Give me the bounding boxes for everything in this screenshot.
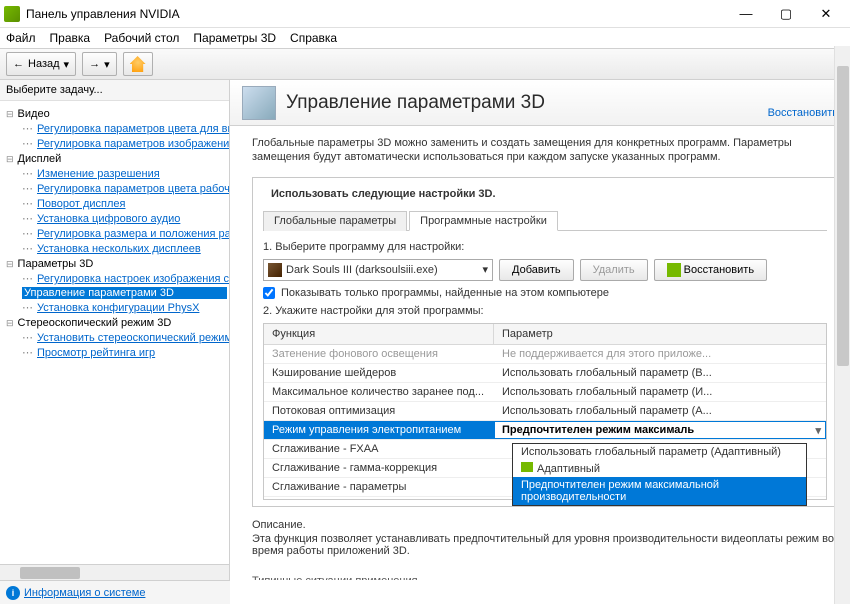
chevron-down-icon: ▾ xyxy=(64,58,70,71)
program-icon xyxy=(268,263,282,277)
cell-func: Кэширование шейдеров xyxy=(264,364,494,382)
minimize-button[interactable]: — xyxy=(726,1,766,27)
cell-func: Затенение фонового освещения xyxy=(264,345,494,363)
add-button[interactable]: Добавить xyxy=(499,259,574,281)
intro-text: Глобальные параметры 3D можно заменить и… xyxy=(252,136,838,165)
page-title: Управление параметрами 3D xyxy=(286,92,768,114)
table-row[interactable]: Потоковая оптимизацияИспользовать глобал… xyxy=(264,402,826,421)
scrollbar-thumb[interactable] xyxy=(837,80,849,366)
step2-label: 2. Укажите настройки для этой программы: xyxy=(263,305,827,317)
tree-cat-video[interactable]: Видео xyxy=(6,108,227,120)
tree-item[interactable]: Установка конфигурации PhysX xyxy=(22,301,227,314)
description-body: Эта функция позволяет устанавливать пред… xyxy=(252,533,838,557)
vertical-scrollbar[interactable] xyxy=(834,80,850,580)
description-title: Описание. xyxy=(252,519,838,531)
menu-3d[interactable]: Параметры 3D xyxy=(193,31,276,45)
cell-func: Потоковая оптимизация xyxy=(264,402,494,420)
tree-item[interactable]: Поворот дисплея xyxy=(22,197,227,210)
window-title: Панель управления NVIDIA xyxy=(26,7,726,21)
dropdown-option[interactable]: Адаптивный xyxy=(513,460,806,477)
tree-item[interactable]: Регулировка параметров цвета для вид xyxy=(22,122,227,135)
tab-program[interactable]: Программные настройки xyxy=(409,211,558,231)
only-this-pc-checkbox[interactable] xyxy=(263,287,275,299)
tree-item[interactable]: Установка нескольких дисплеев xyxy=(22,242,227,255)
close-button[interactable]: ✕ xyxy=(806,1,846,27)
tree-cat-3d[interactable]: Параметры 3D xyxy=(6,258,227,270)
forward-arrow-icon: → xyxy=(89,58,100,70)
home-button[interactable] xyxy=(123,52,153,76)
tree-item[interactable]: Просмотр рейтинга игр xyxy=(22,346,227,359)
table-row[interactable]: Кэширование шейдеровИспользовать глобаль… xyxy=(264,364,826,383)
group-title: Использовать следующие настройки 3D. xyxy=(267,188,500,200)
program-select[interactable]: Dark Souls III (darksoulsiii.exe) ▾ xyxy=(263,259,493,281)
tab-global[interactable]: Глобальные параметры xyxy=(263,211,407,231)
footer-title: Типичные ситуации применения. xyxy=(252,575,838,580)
table-row[interactable]: Затенение фонового освещенияНе поддержив… xyxy=(264,345,826,364)
cell-func: Сглаживание - прозрачность xyxy=(264,497,494,499)
page-icon xyxy=(242,86,276,120)
home-icon xyxy=(130,56,146,72)
restore-defaults-link[interactable]: Восстановить xyxy=(768,107,838,119)
tree-cat-stereo[interactable]: Стереоскопический режим 3D xyxy=(6,317,227,329)
task-tree: Видео Регулировка параметров цвета для в… xyxy=(0,101,229,564)
cell-param-dropdown[interactable]: Предпочтителен режим максималь xyxy=(494,421,826,439)
info-icon: i xyxy=(6,586,20,600)
cell-param: Использовать глобальный параметр (И... xyxy=(494,383,826,401)
back-button[interactable]: ← Назад ▾ xyxy=(6,52,76,76)
cell-func: Режим управления электропитанием xyxy=(264,421,494,439)
cell-func: Сглаживание - FXAA xyxy=(264,440,494,458)
tree-item[interactable]: Регулировка параметров цвета рабочег xyxy=(22,182,227,195)
forward-button[interactable]: → ▾ xyxy=(82,52,117,76)
restore-btn-label: Восстановить xyxy=(684,264,754,276)
nvidia-icon xyxy=(667,263,681,277)
cell-param: Использовать глобальный параметр (А... xyxy=(494,402,826,420)
tree-item-manage-3d[interactable]: Управление параметрами 3D xyxy=(22,287,227,299)
tree-item[interactable]: Установить стереоскопический режим 3 xyxy=(22,331,227,344)
tree-item[interactable]: Установка цифрового аудио xyxy=(22,212,227,225)
table-row-selected[interactable]: Режим управления электропитаниемПредпочт… xyxy=(264,421,826,440)
cell-param: Не поддерживается для этого приложе... xyxy=(494,345,826,363)
tree-cat-display[interactable]: Дисплей xyxy=(6,153,227,165)
table-row[interactable]: Максимальное количество заранее под...Ис… xyxy=(264,383,826,402)
power-mode-dropdown[interactable]: Использовать глобальный параметр (Адапти… xyxy=(512,443,807,506)
tree-item[interactable]: Регулировка настроек изображения с пр xyxy=(22,272,227,285)
back-arrow-icon: ← xyxy=(13,58,24,70)
remove-button[interactable]: Удалить xyxy=(580,259,648,281)
tree-item[interactable]: Регулировка параметров изображения д xyxy=(22,137,227,150)
back-label: Назад xyxy=(28,58,60,70)
tree-item[interactable]: Изменение разрешения xyxy=(22,167,227,180)
dropdown-option-selected[interactable]: Предпочтителен режим максимальной произв… xyxy=(513,477,806,505)
cell-param: Использовать глобальный параметр (В... xyxy=(494,364,826,382)
cell-func: Сглаживание - гамма-коррекция xyxy=(264,459,494,477)
chevron-down-icon: ▾ xyxy=(482,263,488,276)
cell-func: Максимальное количество заранее под... xyxy=(264,383,494,401)
chevron-down-icon: ▾ xyxy=(104,58,110,71)
step1-label: 1. Выберите программу для настройки: xyxy=(263,241,827,253)
th-function[interactable]: Функция xyxy=(264,324,494,344)
maximize-button[interactable]: ▢ xyxy=(766,1,806,27)
menu-file[interactable]: Файл xyxy=(6,31,36,45)
task-header: Выберите задачу... xyxy=(0,80,229,101)
program-select-value: Dark Souls III (darksoulsiii.exe) xyxy=(286,264,438,276)
nvidia-app-icon xyxy=(4,6,20,22)
horizontal-scrollbar[interactable] xyxy=(0,564,229,580)
system-info-link[interactable]: Информация о системе xyxy=(24,587,145,599)
restore-button[interactable]: Восстановить xyxy=(654,259,767,281)
dropdown-option[interactable]: Использовать глобальный параметр (Адапти… xyxy=(513,444,806,460)
scrollbar-thumb[interactable] xyxy=(20,567,80,579)
th-parameter[interactable]: Параметр xyxy=(494,324,826,344)
cell-func: Сглаживание - параметры xyxy=(264,478,494,496)
tree-item[interactable]: Регулировка размера и положения рабо xyxy=(22,227,227,240)
menu-desktop[interactable]: Рабочий стол xyxy=(104,31,179,45)
menu-edit[interactable]: Правка xyxy=(50,31,91,45)
menu-help[interactable]: Справка xyxy=(290,31,337,45)
only-this-pc-label: Показывать только программы, найденные н… xyxy=(281,287,609,299)
